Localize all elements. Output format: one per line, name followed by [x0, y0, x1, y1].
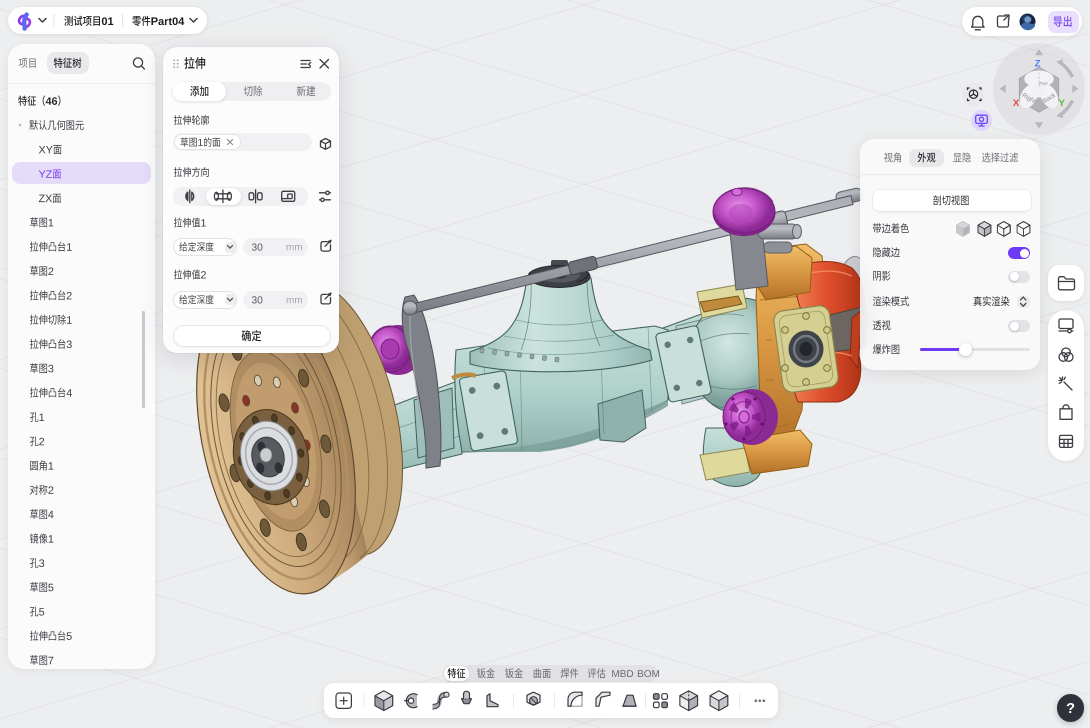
svg-text:Y: Y: [1059, 98, 1066, 109]
svg-text:Z: Z: [1035, 59, 1041, 70]
svg-text:?: ?: [1066, 701, 1075, 717]
svg-text:X: X: [1013, 98, 1020, 109]
